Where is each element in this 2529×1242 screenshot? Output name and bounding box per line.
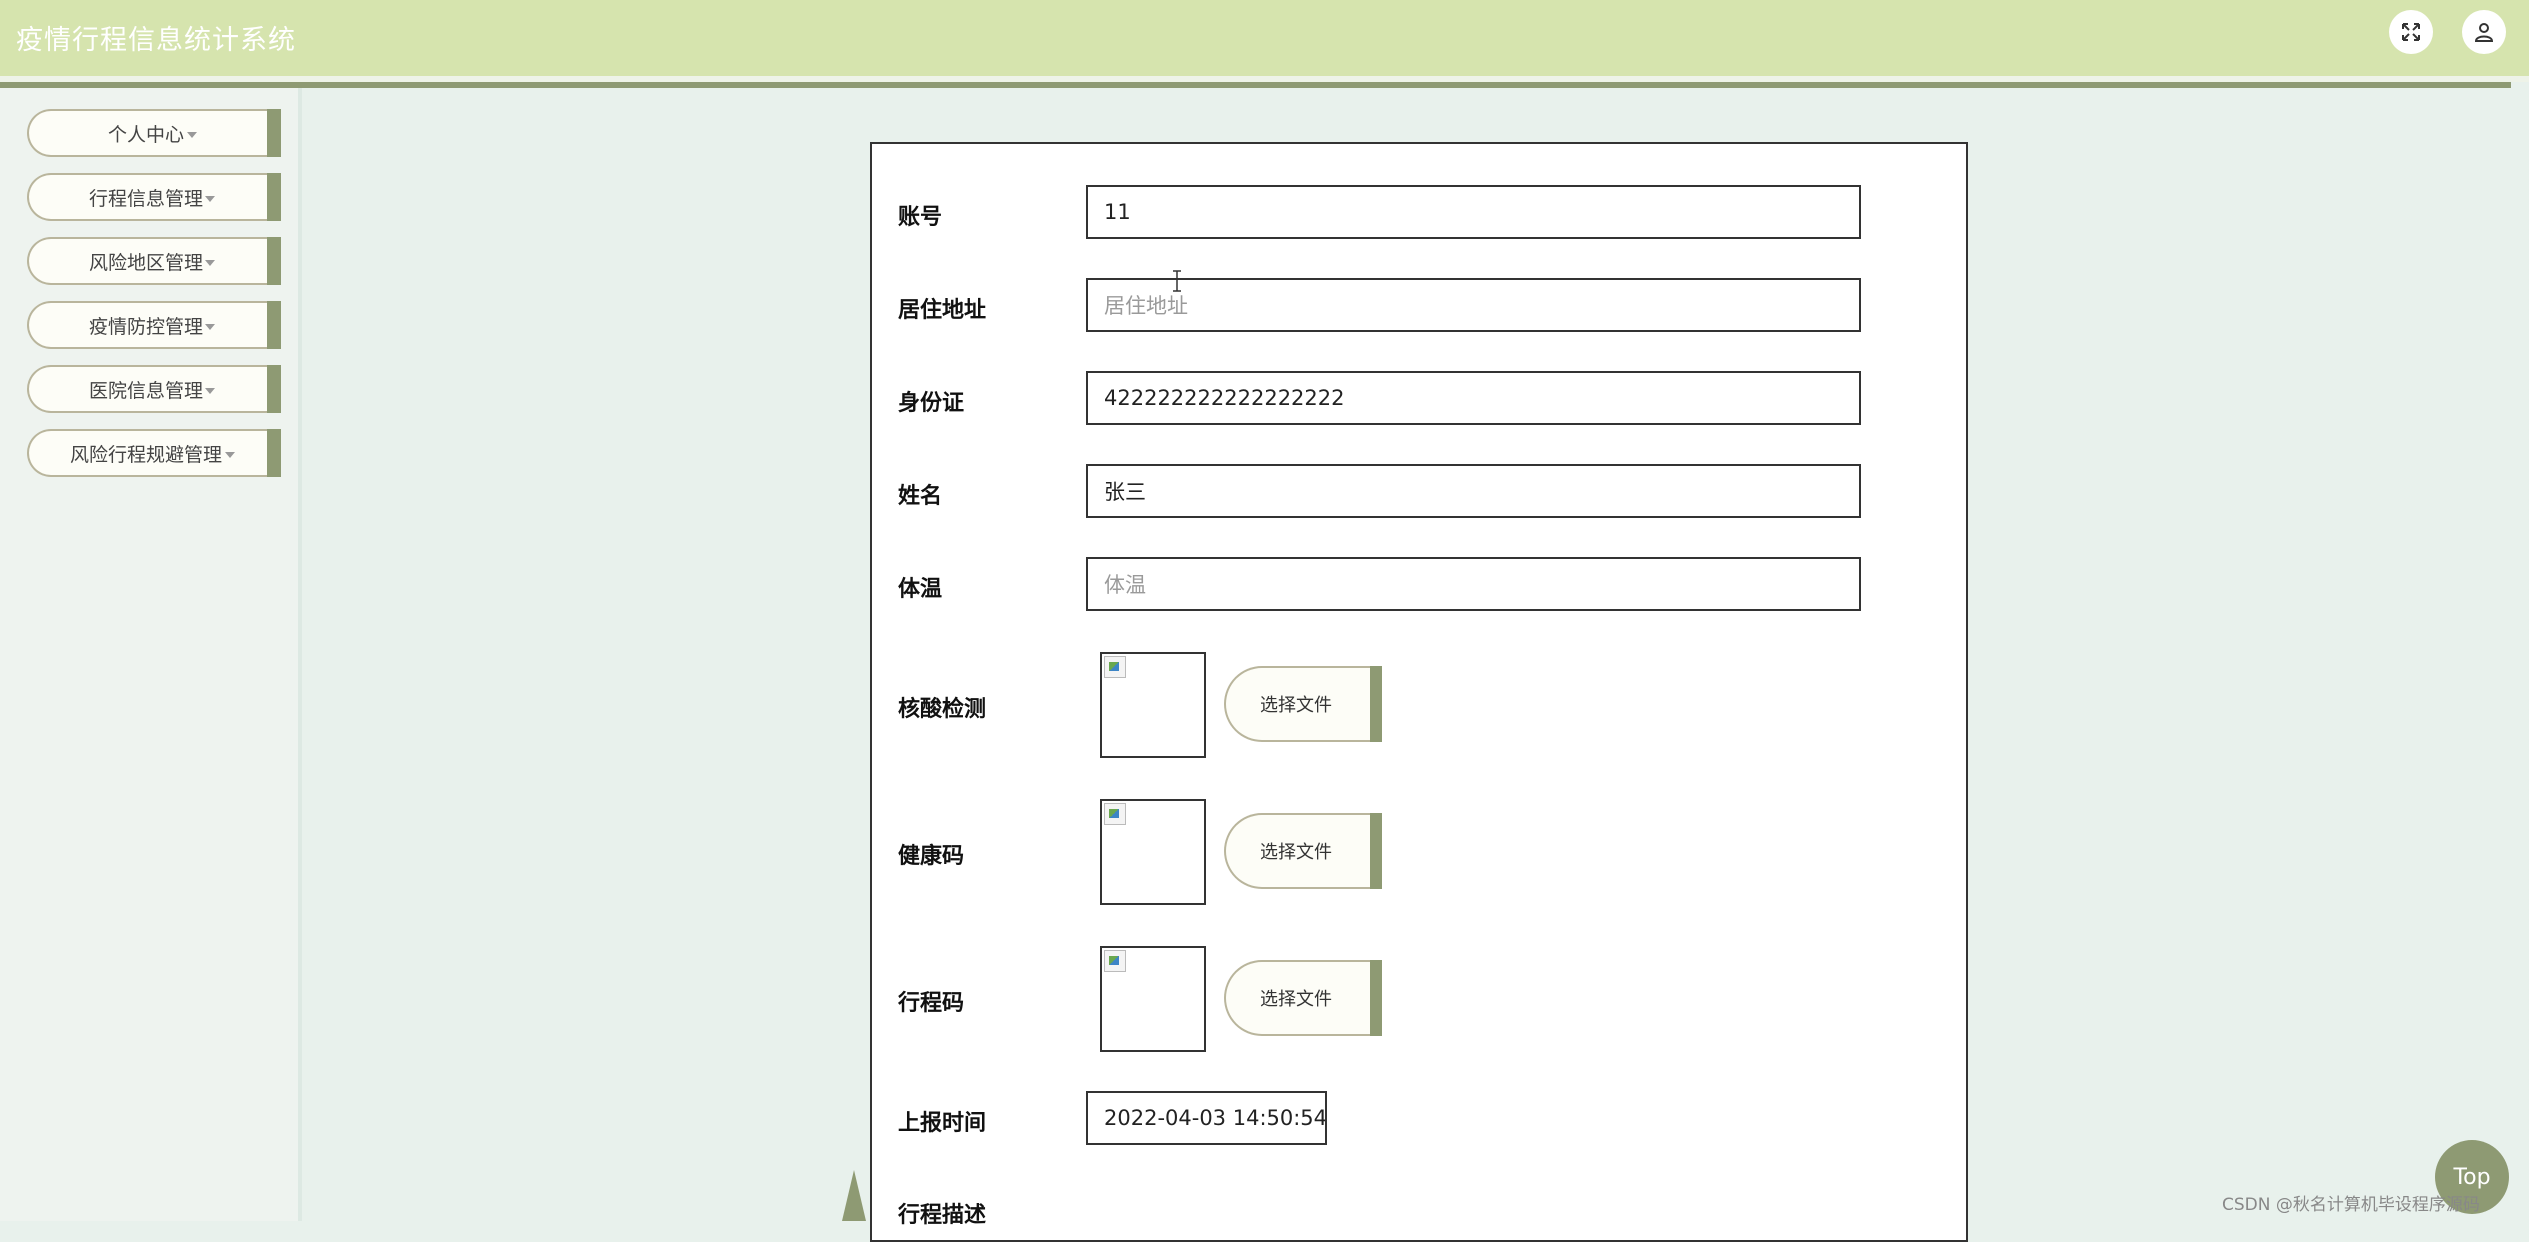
account-label: 账号 — [898, 205, 943, 230]
user-icon — [2474, 23, 2494, 42]
file-button-label: 选择文件 — [1260, 989, 1332, 1010]
fullscreen-button[interactable] — [2389, 10, 2433, 54]
sidebar-item-hospital-info[interactable]: 医院信息管理 — [27, 365, 281, 413]
user-button[interactable] — [2462, 10, 2506, 54]
sidebar-item-epidemic-control[interactable]: 疫情防控管理 — [27, 301, 281, 349]
sidebar-item-label: 个人中心 — [107, 123, 184, 146]
watermark: CSDN @秋名计算机毕设程序源码 — [2222, 1195, 2480, 1215]
decorative-tree-icon — [842, 1170, 866, 1221]
trip-desc-label: 行程描述 — [898, 1203, 987, 1228]
health-code-image — [1100, 799, 1206, 905]
name-label: 姓名 — [898, 484, 943, 509]
address-field[interactable]: 居住地址 — [1086, 278, 1861, 332]
health-code-label: 健康码 — [898, 844, 965, 869]
file-button-label: 选择文件 — [1260, 842, 1332, 863]
report-time-label: 上报时间 — [898, 1111, 987, 1136]
address-label: 居住地址 — [898, 298, 987, 323]
sidebar-item-label: 医院信息管理 — [88, 379, 203, 402]
id-card-label: 身份证 — [898, 391, 965, 416]
app-title: 疫情行程信息统计系统 — [16, 25, 296, 56]
nucleic-test-image — [1100, 652, 1206, 758]
broken-image-icon — [1104, 950, 1126, 972]
nucleic-test-file-button[interactable]: 选择文件 — [1224, 666, 1382, 742]
trip-code-image — [1100, 946, 1206, 1052]
file-button-label: 选择文件 — [1260, 695, 1332, 716]
sidebar-item-trip-info[interactable]: 行程信息管理 — [27, 173, 281, 221]
fullscreen-icon — [2402, 23, 2420, 41]
trip-code-label: 行程码 — [898, 991, 965, 1016]
top-header: 疫情行程信息统计系统 — [0, 0, 2529, 76]
sidebar-item-risk-area[interactable]: 风险地区管理 — [27, 237, 281, 285]
header-accent-line — [0, 82, 2511, 88]
temperature-label: 体温 — [898, 577, 943, 602]
broken-image-icon — [1104, 803, 1126, 825]
trip-code-file-button[interactable]: 选择文件 — [1224, 960, 1382, 1036]
broken-image-icon — [1104, 656, 1126, 678]
chevron-down-icon — [205, 260, 215, 266]
account-field[interactable]: 11 — [1086, 185, 1861, 239]
chevron-down-icon — [205, 324, 215, 330]
sidebar-item-label: 行程信息管理 — [88, 187, 203, 210]
chevron-down-icon — [225, 452, 235, 458]
name-field[interactable]: 张三 — [1086, 464, 1861, 518]
sidebar-item-personal-center[interactable]: 个人中心 — [27, 109, 281, 157]
sidebar-item-label: 疫情防控管理 — [88, 315, 203, 338]
nucleic-test-label: 核酸检测 — [898, 697, 987, 722]
trip-info-form: 账号 11 居住地址 居住地址 身份证 422222222222222222 姓… — [870, 142, 1968, 1242]
chevron-down-icon — [205, 388, 215, 394]
sidebar-item-risk-trip-avoid[interactable]: 风险行程规避管理 — [27, 429, 281, 477]
sidebar-item-label: 风险地区管理 — [88, 251, 203, 274]
sidebar: 个人中心 行程信息管理 风险地区管理 疫情防控管理 医院信息管理 风险行程规避管… — [0, 88, 302, 1221]
text-cursor-icon — [1173, 270, 1181, 292]
temperature-field[interactable]: 体温 — [1086, 557, 1861, 611]
id-card-field[interactable]: 422222222222222222 — [1086, 371, 1861, 425]
chevron-down-icon — [187, 132, 197, 138]
chevron-down-icon — [205, 196, 215, 202]
health-code-file-button[interactable]: 选择文件 — [1224, 813, 1382, 889]
report-time-field[interactable]: 2022-04-03 14:50:54 — [1086, 1091, 1327, 1145]
sidebar-item-label: 风险行程规避管理 — [69, 443, 222, 466]
